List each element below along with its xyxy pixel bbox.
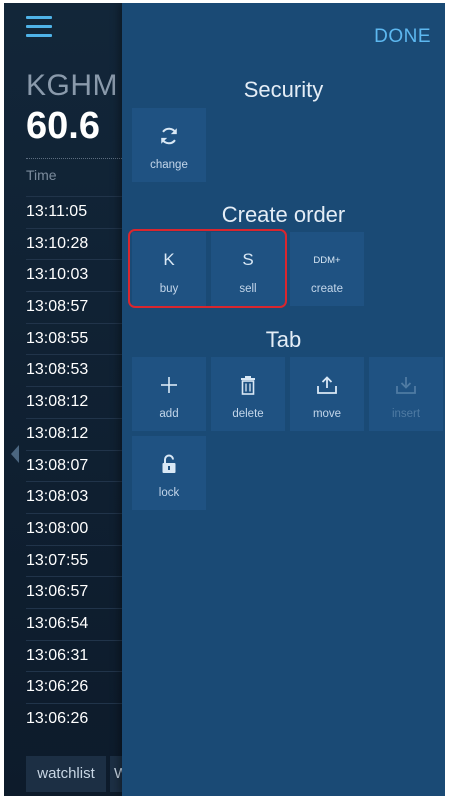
move-label: move [312, 408, 342, 420]
time-list: 13:11:05 13:10:28 13:10:03 13:08:57 13:08:55… [26, 196, 122, 735]
move-tab-button[interactable]: move [290, 357, 364, 431]
refresh-icon [132, 122, 206, 150]
phone-screen: KGHM 60.6 Time 13:11:05 13:10:28 13:10:03 1… [4, 3, 445, 796]
watchlist-strip: KGHM 60.6 Time 13:11:05 13:10:28 13:10:03 1… [4, 3, 130, 796]
time-row[interactable]: 13:08:12 [26, 386, 122, 418]
insert-tab-button[interactable]: insert [369, 357, 443, 431]
lock-label: lock [158, 487, 180, 499]
time-row[interactable]: 13:08:55 [26, 322, 122, 355]
insert-label: insert [391, 408, 421, 420]
upload-icon [290, 371, 364, 399]
time-row[interactable]: 13:06:54 [26, 607, 122, 640]
time-row[interactable]: 13:06:57 [26, 576, 122, 608]
edit-panel: DONE Security change Create order K buy … [122, 3, 445, 796]
delete-label: delete [232, 408, 264, 420]
create-order-title: Create order [221, 202, 346, 227]
change-label: change [150, 159, 188, 171]
divider [26, 158, 122, 159]
time-row[interactable]: 13:08:07 [26, 449, 122, 482]
create-label: create [311, 283, 343, 295]
add-tab-button[interactable]: add [132, 357, 206, 431]
plus-icon [132, 371, 206, 399]
lock-icon [132, 450, 206, 478]
delete-tab-button[interactable]: delete [211, 357, 285, 431]
create-ddm-button[interactable]: DDM+ create [290, 232, 364, 306]
time-row[interactable]: 13:08:03 [26, 481, 122, 513]
tab-watchlist[interactable]: watchlist [26, 756, 106, 792]
time-row[interactable]: 13:08:53 [26, 354, 122, 386]
time-row[interactable]: 13:10:28 [26, 227, 122, 260]
security-title: Security [243, 77, 324, 102]
time-row[interactable]: 13:08:12 [26, 417, 122, 450]
ddm-symbol: DDM+ [313, 254, 341, 266]
change-security-button[interactable]: change [132, 108, 206, 182]
done-button[interactable]: DONE [374, 26, 431, 48]
hamburger-menu-icon[interactable] [26, 16, 52, 38]
add-label: add [159, 408, 179, 420]
time-row[interactable]: 13:06:31 [26, 639, 122, 672]
time-row[interactable]: 13:06:26 [26, 703, 122, 735]
time-row[interactable]: 13:08:00 [26, 512, 122, 545]
lock-tab-button[interactable]: lock [132, 436, 206, 510]
trash-icon [211, 371, 285, 399]
stock-ticker: KGHM [26, 69, 118, 102]
time-row[interactable]: 13:10:03 [26, 259, 122, 291]
time-row[interactable]: 13:07:55 [26, 544, 122, 577]
stock-price: 60.6 [26, 105, 100, 147]
time-row[interactable]: 13:06:26 [26, 671, 122, 703]
time-row[interactable]: 13:11:05 [26, 196, 122, 228]
time-column-header: Time [26, 167, 57, 183]
expand-arrow-icon[interactable] [11, 445, 19, 463]
time-row[interactable]: 13:08:57 [26, 291, 122, 323]
tab-section-title: Tab [265, 327, 302, 352]
buy-sell-highlight [128, 229, 287, 308]
download-icon [369, 371, 443, 399]
